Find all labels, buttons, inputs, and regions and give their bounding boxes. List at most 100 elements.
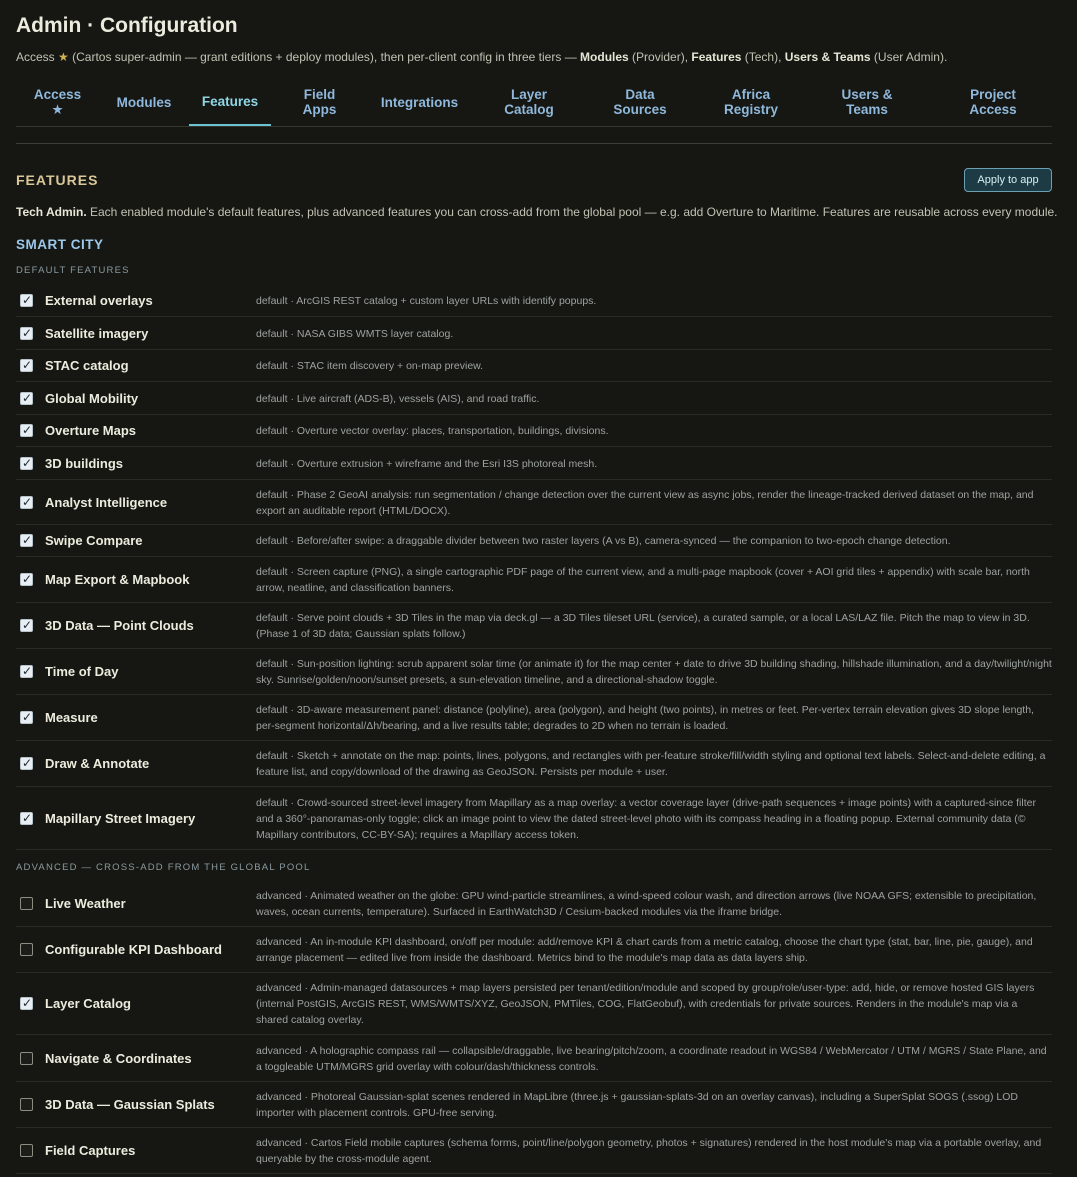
feature-row: STAC catalog default · STAC item discover… — [16, 350, 1052, 382]
feature-row: Satellite imagery default · NASA GIBS WMT… — [16, 317, 1052, 350]
feature-description: default · Sun-position lighting: scrub a… — [256, 658, 1052, 686]
feature-name: Swipe Compare — [45, 533, 143, 548]
feature-checkbox[interactable] — [20, 1052, 33, 1065]
feature-row: Draw & Annotate default · Sketch + annota… — [16, 741, 1052, 787]
tab-data-sources[interactable]: Data Sources — [587, 78, 693, 126]
feature-name: Navigate & Coordinates — [45, 1051, 192, 1066]
feature-row: Swipe Compare default · Before/after swip… — [16, 525, 1052, 557]
tab-features[interactable]: Features — [189, 78, 271, 126]
tab-label: Modules — [116, 94, 172, 110]
feature-checkbox[interactable] — [20, 996, 33, 1010]
tab-label: Integrations — [380, 94, 459, 110]
intro-text: Each enabled module's default features, … — [86, 205, 1058, 219]
feature-description: default · Phase 2 GeoAI analysis: run se… — [256, 489, 1034, 517]
tab-label: Layer Catalog — [504, 87, 554, 117]
divider — [16, 143, 1052, 144]
feature-description: advanced · Animated weather on the globe… — [256, 890, 1037, 918]
feature-checkbox[interactable] — [20, 423, 33, 437]
feature-name: Mapillary Street Imagery — [45, 811, 196, 826]
tab-label: Data Sources — [613, 87, 667, 117]
subtitle-text: Access — [16, 50, 59, 64]
feature-checkbox[interactable] — [20, 897, 33, 910]
advanced-features-label: ADVANCED — CROSS-ADD FROM THE GLOBAL POO… — [16, 862, 311, 873]
subtitle-emphasis: Users & Teams — [784, 50, 871, 64]
tab-integrations[interactable]: Integrations — [368, 78, 471, 126]
feature-description: default · NASA GIBS WMTS layer catalog. — [256, 328, 454, 340]
feature-checkbox[interactable] — [20, 326, 33, 340]
feature-row: Time of Day default · Sun-position lighti… — [16, 649, 1052, 695]
feature-name: Overture Maps — [45, 423, 137, 438]
feature-name: STAC catalog — [45, 358, 129, 373]
feature-row: Overture Maps default · Overture vector o… — [16, 415, 1052, 447]
feature-checkbox[interactable] — [20, 293, 33, 307]
feature-checkbox[interactable] — [20, 710, 33, 724]
subtitle-text: (Tech), — [741, 50, 785, 64]
feature-row: Global Mobility default · Live aircraft (… — [16, 382, 1052, 415]
feature-row: Analyst Intelligence default · Phase 2 Ge… — [16, 480, 1052, 525]
tab-label: Field Apps — [302, 87, 337, 117]
tab-label: Features — [201, 93, 259, 109]
subtitle-text: (Provider), — [628, 50, 692, 64]
feature-description: default · STAC item discovery + on-map p… — [256, 360, 484, 372]
feature-checkbox[interactable] — [20, 391, 33, 405]
feature-checkbox[interactable] — [20, 943, 33, 956]
tab-label: Access ★ — [33, 87, 82, 117]
feature-description: default · Sketch + annotate on the map: … — [256, 750, 1046, 778]
feature-row: 3D Data — Point Clouds default · Serve po… — [16, 603, 1052, 649]
feature-description: advanced · Photoreal Gaussian-splat scen… — [256, 1091, 1018, 1119]
section-title: FEATURES — [16, 172, 99, 188]
feature-checkbox[interactable] — [20, 533, 33, 547]
tab-access[interactable]: Access ★ — [16, 78, 99, 126]
feature-description: advanced · An in-module KPI dashboard, o… — [256, 936, 1033, 964]
feature-checkbox[interactable] — [20, 495, 33, 509]
feature-name: Live Weather — [45, 896, 126, 911]
tab-africa-registry[interactable]: Africa Registry — [693, 78, 809, 126]
feature-checkbox[interactable] — [20, 811, 33, 825]
tab-project-access[interactable]: Project Access — [925, 78, 1061, 126]
feature-row: Live Weather advanced · Animated weather … — [16, 880, 1052, 927]
tab-field-apps[interactable]: Field Apps — [271, 78, 368, 126]
feature-checkbox[interactable] — [20, 1098, 33, 1111]
feature-description: default · Live aircraft (ADS-B), vessels… — [256, 393, 540, 405]
feature-description: default · ArcGIS REST catalog + custom l… — [256, 295, 597, 307]
feature-description: advanced · A holographic compass rail — … — [256, 1045, 1047, 1073]
feature-checkbox[interactable] — [20, 664, 33, 678]
feature-row: Layer Catalog advanced · Admin-managed da… — [16, 973, 1052, 1035]
feature-checkbox[interactable] — [20, 456, 33, 470]
subtitle-emphasis: Modules — [580, 50, 629, 64]
intro-emphasis: Tech Admin. — [16, 205, 87, 219]
feature-checkbox[interactable] — [20, 572, 33, 586]
feature-name: Satellite imagery — [45, 326, 149, 341]
page-title: Admin · Configuration — [16, 14, 238, 37]
subtitle-text: (Cartos super-admin — grant editions + d… — [68, 50, 581, 64]
feature-name: Measure — [45, 710, 98, 725]
feature-checkbox[interactable] — [20, 618, 33, 632]
tab-layer-catalog[interactable]: Layer Catalog — [471, 78, 587, 126]
tab-label: Africa Registry — [723, 87, 779, 117]
feature-name: Layer Catalog — [45, 996, 131, 1011]
feature-name: Time of Day — [45, 664, 119, 679]
feature-name: Map Export & Mapbook — [45, 572, 190, 587]
apply-to-app-button[interactable]: Apply to app — [964, 168, 1052, 192]
feature-description: default · Before/after swipe: a draggabl… — [256, 535, 951, 547]
feature-checkbox[interactable] — [20, 358, 33, 372]
default-features-label: DEFAULT FEATURES — [16, 265, 130, 276]
feature-description: default · Screen capture (PNG), a single… — [256, 566, 1030, 594]
tab-modules[interactable]: Modules — [99, 78, 189, 126]
section-intro: Tech Admin. Each enabled module's defaul… — [16, 205, 1058, 219]
feature-description: default · Serve point clouds + 3D Tiles … — [256, 612, 1030, 640]
config-tabs: Access ★ Modules Features Field Apps Integra… — [16, 78, 1052, 127]
feature-description: advanced · Cartos Field mobile captures … — [256, 1137, 1042, 1165]
page-subtitle: Access ★ (Cartos super-admin — grant edi… — [16, 50, 947, 64]
feature-description: default · 3D-aware measurement panel: di… — [256, 704, 1034, 732]
feature-name: External overlays — [45, 293, 153, 308]
feature-checkbox[interactable] — [20, 756, 33, 770]
feature-name: 3D buildings — [45, 456, 123, 471]
feature-name: 3D Data — Point Clouds — [45, 618, 194, 633]
feature-description: advanced · Admin-managed datasources + m… — [256, 982, 1035, 1026]
feature-name: Analyst Intelligence — [45, 495, 168, 510]
feature-row: Mapillary Street Imagery default · Crowd-… — [16, 787, 1052, 850]
feature-checkbox[interactable] — [20, 1144, 33, 1157]
tab-users-teams[interactable]: Users & Teams — [809, 78, 925, 126]
feature-row: Map Export & Mapbook default · Screen cap… — [16, 557, 1052, 603]
